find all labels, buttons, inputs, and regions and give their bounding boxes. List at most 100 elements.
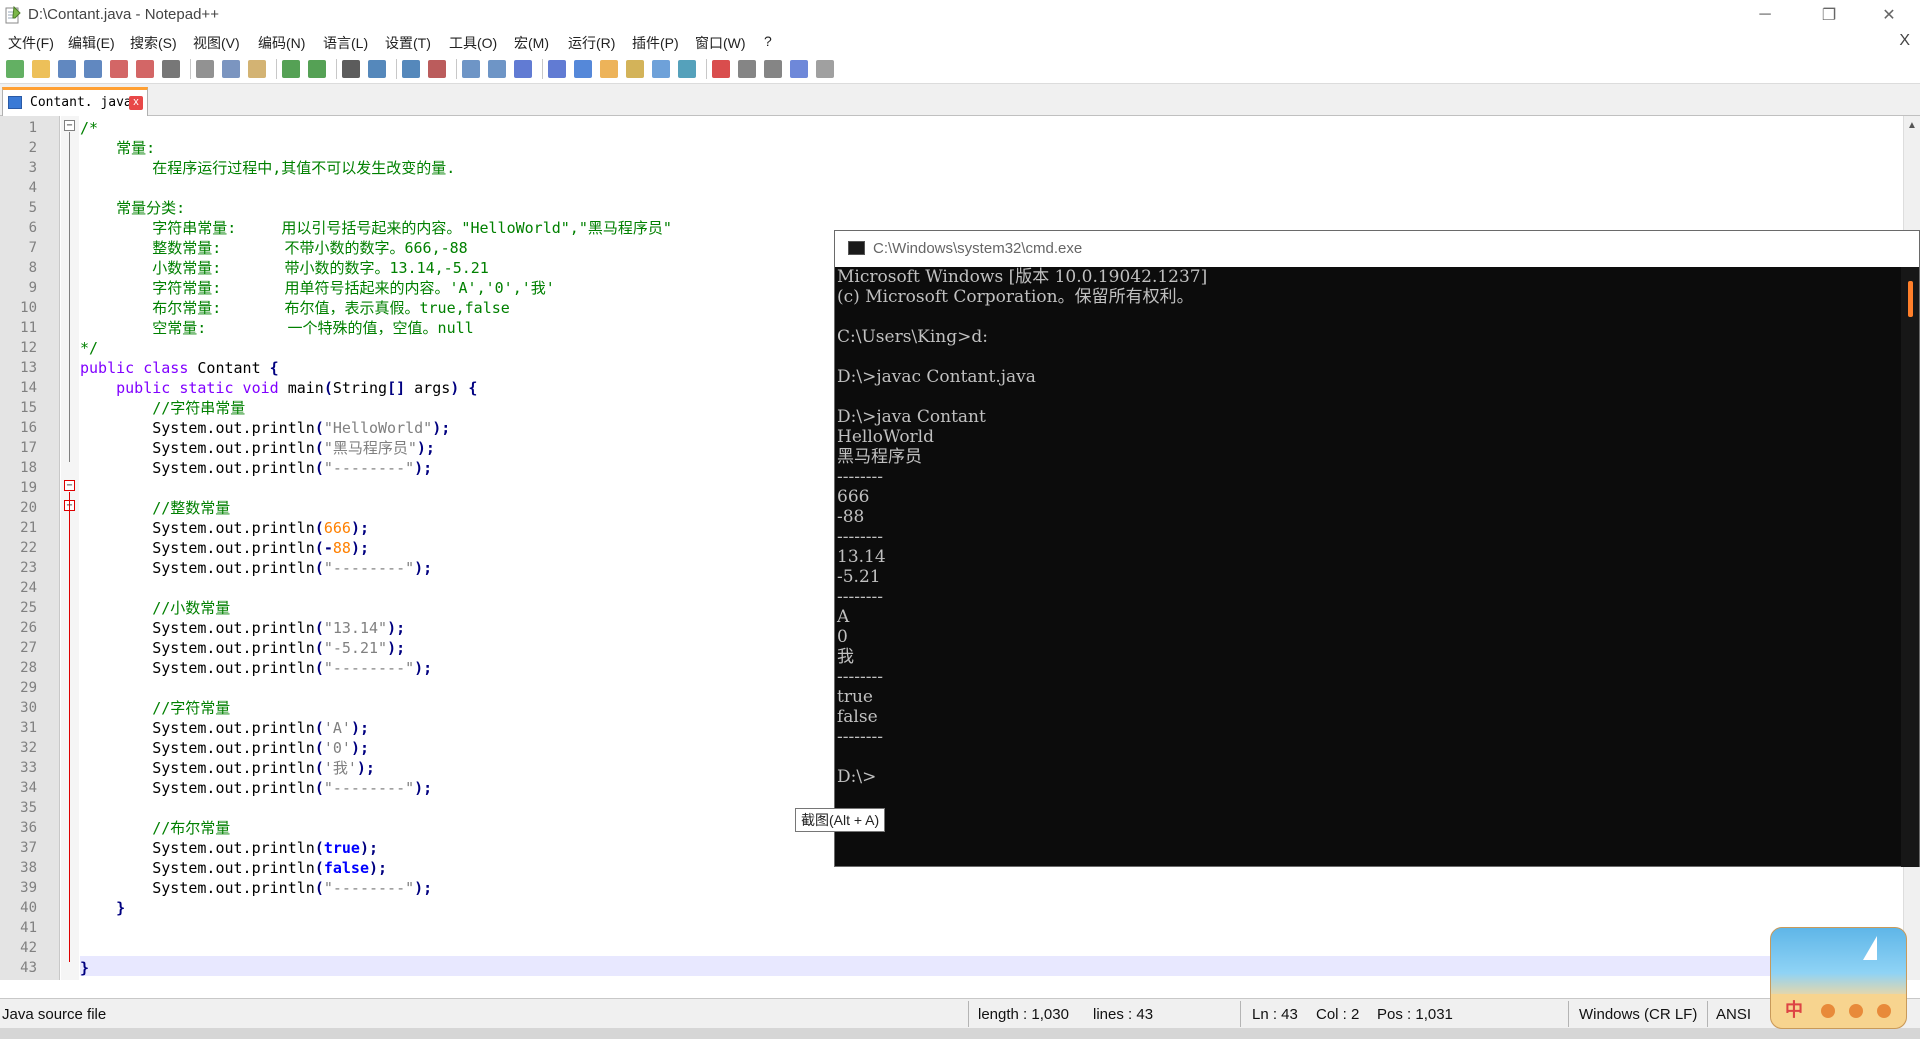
code-token: ( — [314, 639, 324, 657]
undo-icon[interactable] — [282, 60, 300, 78]
line-number: 32 — [20, 740, 37, 756]
function-list-icon[interactable] — [626, 60, 644, 78]
code-token: //字符常量 — [80, 699, 231, 717]
wrap-icon[interactable] — [514, 60, 532, 78]
menu-help[interactable]: ? — [764, 33, 772, 49]
stop-record-icon[interactable] — [738, 60, 756, 78]
close-window-button[interactable]: ✕ — [1866, 0, 1912, 30]
tab-contant-java[interactable]: Contant. java x — [2, 87, 148, 116]
code-line: System.out.println("-5.21"); — [80, 638, 405, 658]
code-token: System.out.println — [80, 839, 315, 857]
menu-macro[interactable]: 宏(M) — [514, 33, 549, 53]
replace-icon[interactable] — [368, 60, 386, 78]
restore-button[interactable]: ❐ — [1806, 0, 1852, 30]
save-macro-icon[interactable] — [816, 60, 834, 78]
toolbar-separator — [706, 59, 707, 79]
fold-toggle-class[interactable]: − — [64, 480, 75, 491]
cmd-window[interactable]: C:\Windows\system32\cmd.exe Microsoft Wi… — [834, 230, 1920, 867]
code-token: public static void — [116, 379, 288, 397]
terminal-line: -5.21 — [837, 567, 881, 587]
redo-icon[interactable] — [308, 60, 326, 78]
fold-toggle-comment[interactable]: − — [64, 120, 75, 131]
cmd-title-bar[interactable]: C:\Windows\system32\cmd.exe — [835, 231, 1919, 267]
code-token: "--------" — [323, 559, 415, 577]
ime-mode-indicator[interactable]: 中 — [1785, 996, 1803, 1022]
code-token: } — [80, 899, 126, 917]
doc-map-icon[interactable] — [600, 60, 618, 78]
code-token: ( — [314, 439, 324, 457]
cmd-scroll-thumb[interactable] — [1908, 281, 1913, 317]
close-document-button[interactable]: X — [1899, 32, 1910, 50]
code-token: 字符常量: 用单符号括起来的内容。'A','0','我' — [80, 279, 555, 297]
code-line: System.out.println("--------"); — [80, 878, 432, 898]
close-all-icon[interactable] — [136, 60, 154, 78]
sync-h-icon[interactable] — [488, 60, 506, 78]
menu-view[interactable]: 视图(V) — [193, 33, 240, 53]
open-file-icon[interactable] — [32, 60, 50, 78]
code-token: "--------" — [323, 779, 415, 797]
menu-edit[interactable]: 编辑(E) — [68, 33, 115, 53]
minimize-button[interactable]: ─ — [1742, 0, 1788, 30]
ime-punctuation-icon[interactable] — [1821, 1004, 1835, 1018]
sync-v-icon[interactable] — [462, 60, 480, 78]
code-token: ) { — [450, 379, 478, 397]
menu-settings[interactable]: 设置(T) — [385, 33, 431, 53]
find-icon[interactable] — [342, 60, 360, 78]
terminal-line: -------- — [837, 667, 883, 687]
code-token: false — [323, 859, 369, 877]
code-line: 空常量: 一个特殊的值，空值。null — [80, 318, 473, 338]
run-macro-multiple-icon[interactable] — [790, 60, 808, 78]
save-all-icon[interactable] — [84, 60, 102, 78]
save-icon[interactable] — [58, 60, 76, 78]
monitor-icon[interactable] — [678, 60, 696, 78]
scroll-up-icon[interactable]: ▲ — [1907, 120, 1917, 131]
copy-icon[interactable] — [222, 60, 240, 78]
menu-tools[interactable]: 工具(O) — [449, 33, 497, 53]
code-token: System.out.println — [80, 419, 315, 437]
paste-icon[interactable] — [248, 60, 266, 78]
indent-guide-icon[interactable] — [574, 60, 592, 78]
menu-encoding[interactable]: 编码(N) — [258, 33, 305, 53]
code-token: "-5.21" — [323, 639, 388, 657]
line-number: 10 — [20, 300, 37, 316]
code-token: System.out.println — [80, 719, 315, 737]
code-token: main — [287, 379, 324, 397]
ime-moon-icon[interactable] — [1849, 1004, 1863, 1018]
line-number: 13 — [20, 360, 37, 376]
menu-window[interactable]: 窗口(W) — [695, 33, 746, 53]
status-col: Col : 2 — [1316, 1006, 1360, 1023]
status-encoding: ANSI — [1716, 1006, 1752, 1023]
cut-icon[interactable] — [196, 60, 214, 78]
show-all-chars-icon[interactable] — [548, 60, 566, 78]
menu-plugins[interactable]: 插件(P) — [632, 33, 679, 53]
code-line: } — [80, 898, 125, 918]
menu-run[interactable]: 运行(R) — [568, 33, 615, 53]
menu-search[interactable]: 搜索(S) — [130, 33, 177, 53]
terminal-line: D:\>java Contant — [837, 407, 986, 427]
cmd-scrollbar[interactable] — [1901, 267, 1919, 867]
play-macro-icon[interactable] — [764, 60, 782, 78]
new-file-icon[interactable] — [6, 60, 24, 78]
ime-skin-icon[interactable] — [1877, 1004, 1891, 1018]
record-macro-icon[interactable] — [712, 60, 730, 78]
ime-widget[interactable]: 中 — [1770, 927, 1907, 1029]
folder-workspace-icon[interactable] — [652, 60, 670, 78]
menu-file[interactable]: 文件(F) — [8, 33, 54, 53]
code-token: ); — [350, 719, 369, 737]
code-token: System.out.println — [80, 659, 315, 677]
close-icon[interactable] — [110, 60, 128, 78]
tab-close-icon[interactable]: x — [129, 96, 143, 110]
code-token: Contant — [197, 359, 270, 377]
print-icon[interactable] — [162, 60, 180, 78]
zoom-in-icon[interactable] — [402, 60, 420, 78]
zoom-out-icon[interactable] — [428, 60, 446, 78]
code-token: ( — [314, 879, 324, 897]
code-token: ); — [350, 519, 369, 537]
code-line: 字符常量: 用单符号括起来的内容。'A','0','我' — [80, 278, 555, 298]
code-line: System.out.println("HelloWorld"); — [80, 418, 450, 438]
menu-language[interactable]: 语言(L) — [323, 33, 368, 53]
line-number: 31 — [20, 720, 37, 736]
code-line: public static void main(String[] args) { — [80, 378, 477, 398]
notepad-plus-plus-icon — [5, 5, 21, 24]
line-number: 28 — [20, 660, 37, 676]
